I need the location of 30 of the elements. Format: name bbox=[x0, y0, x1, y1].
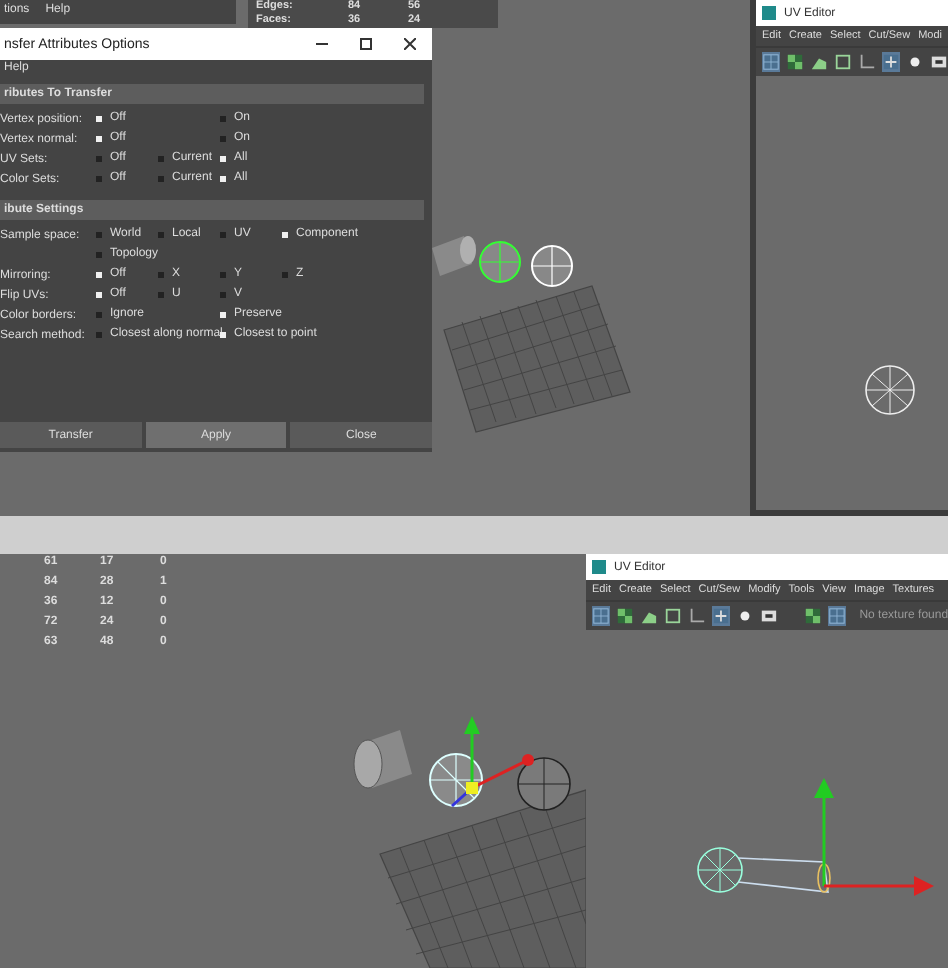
cylinder-shape bbox=[353, 730, 412, 789]
checker-icon[interactable] bbox=[786, 52, 804, 72]
corner-icon[interactable] bbox=[687, 606, 706, 626]
grid-icon[interactable] bbox=[827, 606, 846, 626]
cylinder-shape bbox=[432, 236, 476, 276]
select-icon[interactable] bbox=[882, 52, 900, 72]
x-axis-arrow bbox=[824, 876, 934, 896]
grid-icon[interactable] bbox=[592, 606, 610, 626]
sphere-shape bbox=[479, 241, 521, 283]
frame-icon[interactable] bbox=[834, 52, 852, 72]
checker-icon[interactable] bbox=[803, 606, 822, 626]
sphere-shape bbox=[531, 245, 573, 287]
image-icon[interactable] bbox=[930, 52, 948, 72]
y-axis-arrow bbox=[814, 778, 834, 886]
image-icon[interactable] bbox=[759, 606, 778, 626]
dot-icon[interactable] bbox=[906, 52, 924, 72]
viewport[interactable] bbox=[0, 0, 750, 516]
sphere-wireframe bbox=[860, 360, 920, 420]
grid-icon[interactable] bbox=[762, 52, 780, 72]
frame-icon[interactable] bbox=[663, 606, 682, 626]
sphere-shape bbox=[517, 757, 571, 811]
corner-icon[interactable] bbox=[858, 52, 876, 72]
sphere-shape bbox=[429, 753, 483, 807]
select-icon[interactable] bbox=[711, 606, 730, 626]
app-logo-icon bbox=[592, 560, 606, 574]
uv-wireframe bbox=[697, 847, 831, 893]
move-manipulator[interactable] bbox=[451, 716, 534, 808]
dot-icon[interactable] bbox=[735, 606, 754, 626]
checker-icon[interactable] bbox=[615, 606, 634, 626]
app-logo-icon bbox=[762, 6, 776, 20]
